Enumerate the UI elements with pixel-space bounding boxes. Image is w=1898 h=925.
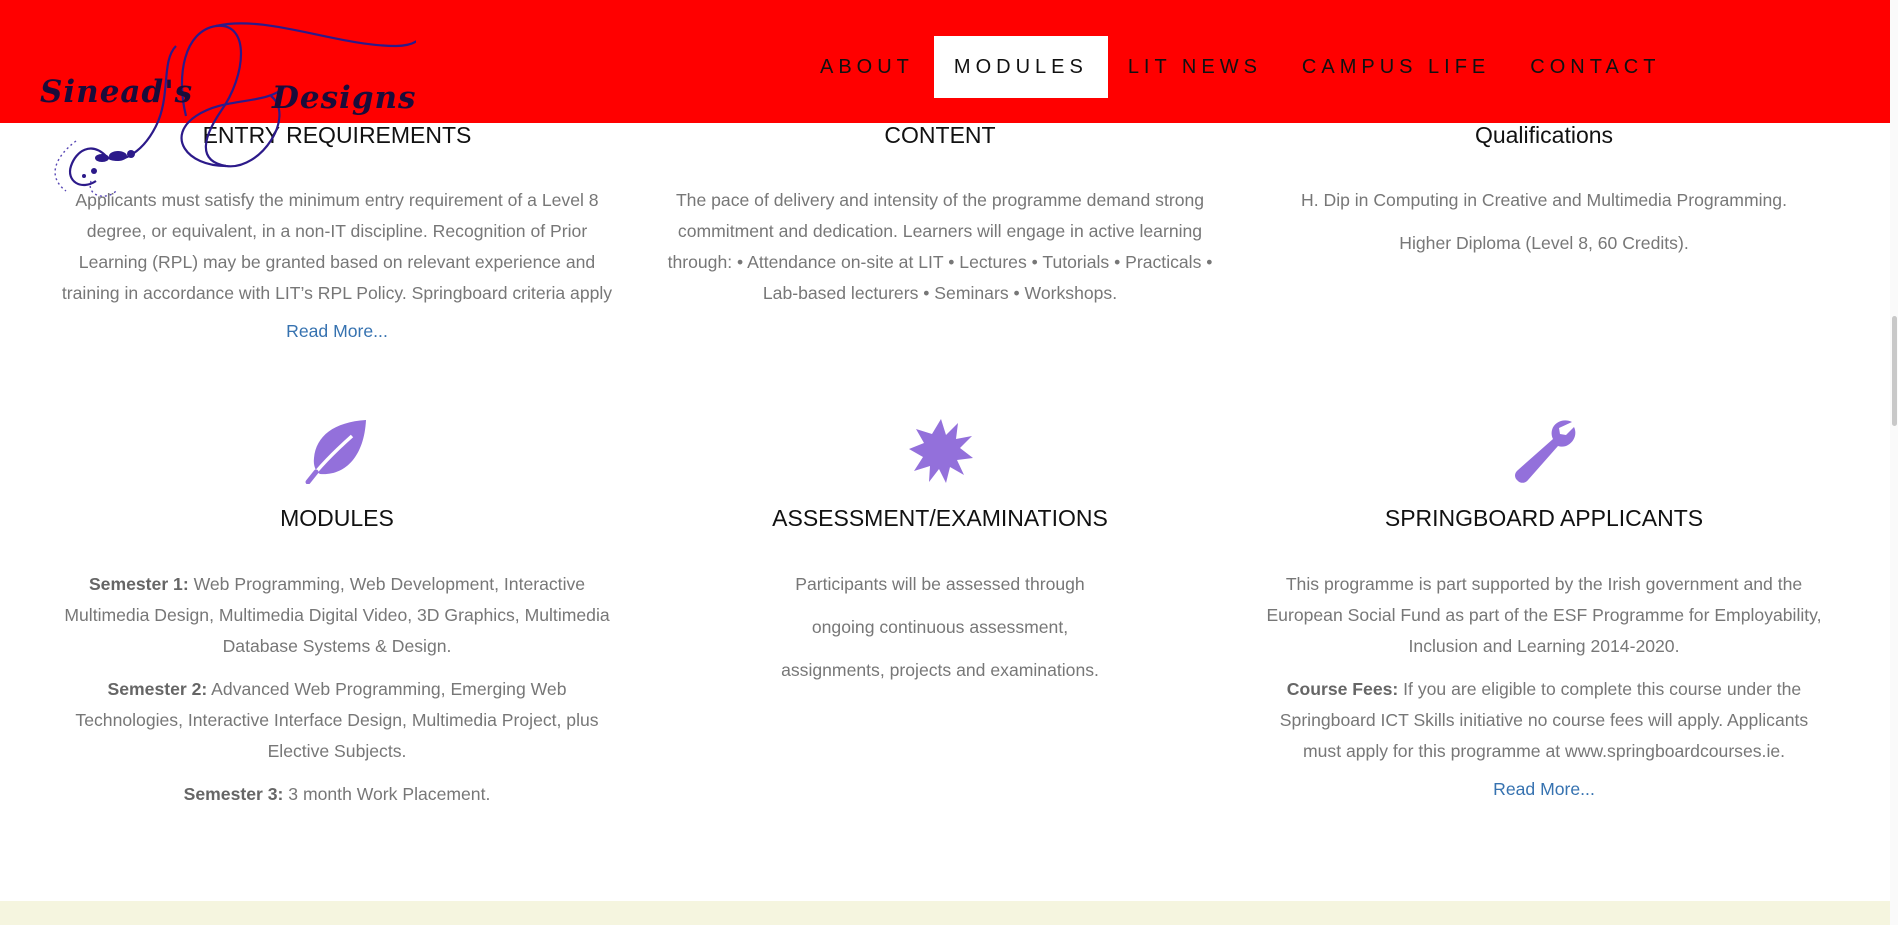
scrollbar-thumb[interactable] <box>1892 316 1897 426</box>
semester-3-text: Semester 3: 3 month Work Placement. <box>57 779 617 810</box>
content-text: The pace of delivery and intensity of th… <box>667 190 1213 303</box>
scrollbar-track[interactable] <box>1890 0 1898 925</box>
assessment-line-1: Participants will be assessed through <box>795 574 1085 594</box>
springboard-read-more-link[interactable]: Read More... <box>1493 779 1595 800</box>
assessment-line-2: ongoing continuous assessment, <box>811 617 1069 637</box>
modules-section: MODULES Semester 1: Web Programming, Web… <box>57 505 617 810</box>
qualifications-section: Qualifications H. Dip in Computing in Cr… <box>1264 122 1824 259</box>
springboard-text: This programme is part supported by the … <box>1266 574 1822 656</box>
nav-modules[interactable]: MODULES <box>933 36 1108 98</box>
course-fees-text: Course Fees: If you are eligible to comp… <box>1264 674 1824 767</box>
nav-lit-news[interactable]: LIT NEWS <box>1108 36 1282 98</box>
qualification-line-1: H. Dip in Computing in Creative and Mult… <box>1301 190 1787 210</box>
nav-contact[interactable]: CONTACT <box>1510 36 1680 98</box>
footer-band <box>0 901 1890 925</box>
section-title: ASSESSMENT/EXAMINATIONS <box>772 505 1108 531</box>
main-nav: ABOUT MODULES LIT NEWS CAMPUS LIFE CONTA… <box>800 36 1680 98</box>
entry-read-more-link[interactable]: Read More... <box>286 321 388 342</box>
section-title: Qualifications <box>1474 122 1614 148</box>
logo-text-designs: Designs <box>272 80 417 116</box>
starburst-icon <box>908 418 974 489</box>
springboard-section: SPRINGBOARD APPLICANTS This programme is… <box>1264 505 1824 800</box>
assessment-section: ASSESSMENT/EXAMINATIONS Participants wil… <box>660 505 1220 686</box>
course-fees-label: Course Fees: <box>1286 679 1399 699</box>
semester-2-label: Semester 2: <box>107 679 208 699</box>
semester-1-text: Semester 1: Web Programming, Web Develop… <box>57 569 617 662</box>
nav-campus-life[interactable]: CAMPUS LIFE <box>1282 36 1510 98</box>
section-title: SPRINGBOARD APPLICANTS <box>1384 505 1704 531</box>
site-logo[interactable]: Sinead's Designs <box>36 16 416 206</box>
leaf-icon <box>304 418 370 489</box>
semester-3-modules: 3 month Work Placement. <box>283 784 491 804</box>
section-title: CONTENT <box>884 122 996 148</box>
qualification-line-2: Higher Diploma (Level 8, 60 Credits). <box>1399 233 1689 253</box>
semester-1-label: Semester 1: <box>88 574 189 594</box>
nav-about[interactable]: ABOUT <box>800 36 934 98</box>
semester-3-label: Semester 3: <box>183 784 284 804</box>
wrench-icon <box>1512 418 1578 489</box>
semester-2-text: Semester 2: Advanced Web Programming, Em… <box>57 674 617 767</box>
assessment-line-3: assignments, projects and examinations. <box>781 660 1099 680</box>
section-title: MODULES <box>280 505 394 531</box>
logo-text-sineads: Sinead's <box>40 74 194 110</box>
content-section: CONTENT The pace of delivery and intensi… <box>660 122 1220 309</box>
